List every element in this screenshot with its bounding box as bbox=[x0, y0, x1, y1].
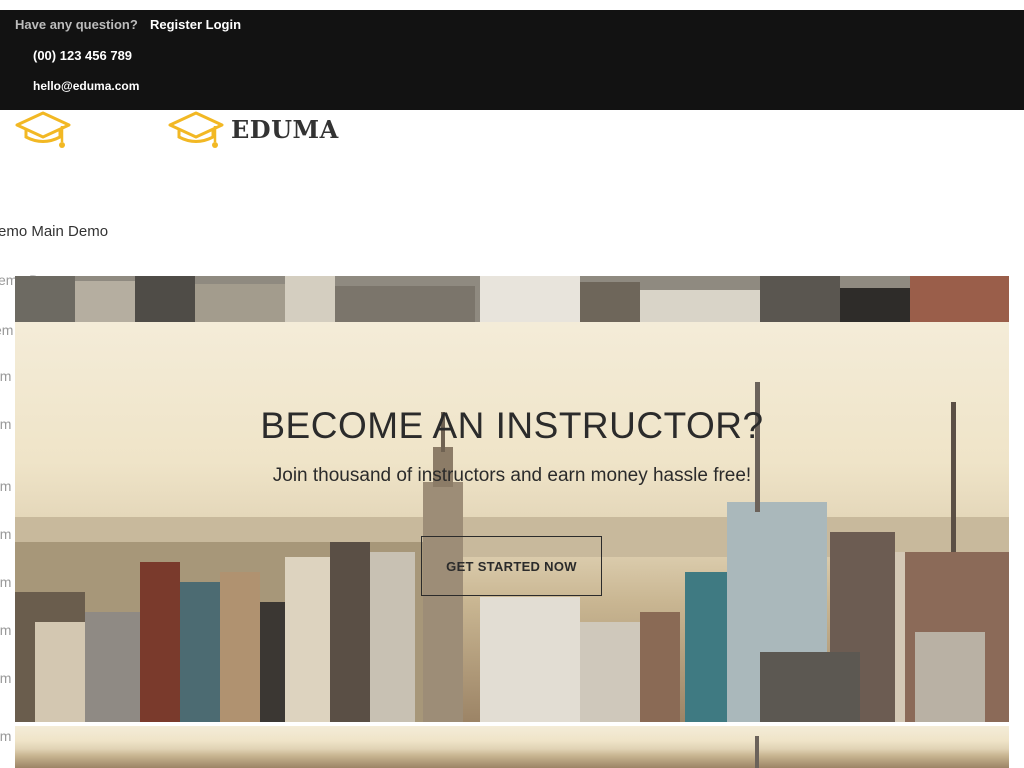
menu-item[interactable]: em bbox=[0, 574, 11, 590]
menu-item[interactable]: em bbox=[0, 526, 11, 542]
hero-title: BECOME AN INSTRUCTOR? bbox=[260, 405, 764, 446]
menu-item-main-demo[interactable]: emo Main Demo bbox=[0, 223, 108, 240]
menu-item[interactable]: em bbox=[0, 416, 11, 432]
menu-item[interactable]: em bbox=[0, 670, 11, 686]
email-address[interactable]: hello@eduma.com bbox=[33, 79, 139, 93]
hero-background-image bbox=[15, 726, 1009, 768]
brand-name[interactable]: EDUMA bbox=[231, 115, 339, 144]
menu-item[interactable]: em bbox=[0, 478, 11, 494]
get-started-button[interactable]: GET STARTED NOW bbox=[421, 536, 602, 596]
hero-subtitle: Join thousand of instructors and earn mo… bbox=[272, 465, 752, 486]
menu-item[interactable]: em bbox=[0, 368, 11, 384]
phone-number[interactable]: (00) 123 456 789 bbox=[33, 48, 132, 63]
top-bar: Have any question? Register Login (00) 1… bbox=[0, 10, 1024, 110]
graduation-cap-icon[interactable] bbox=[14, 110, 72, 152]
account-links: Register Login bbox=[150, 17, 241, 32]
menu-item[interactable]: em bbox=[0, 322, 13, 338]
menu-item[interactable]: em bbox=[0, 622, 11, 638]
menu-item[interactable]: em bbox=[0, 728, 11, 744]
login-link[interactable]: Login bbox=[206, 17, 241, 32]
city-image-strip bbox=[15, 276, 1009, 322]
graduation-cap-icon[interactable] bbox=[167, 110, 225, 152]
question-text: Have any question? bbox=[15, 17, 138, 32]
hero-background-image bbox=[15, 322, 1009, 722]
register-link[interactable]: Register bbox=[150, 17, 202, 32]
